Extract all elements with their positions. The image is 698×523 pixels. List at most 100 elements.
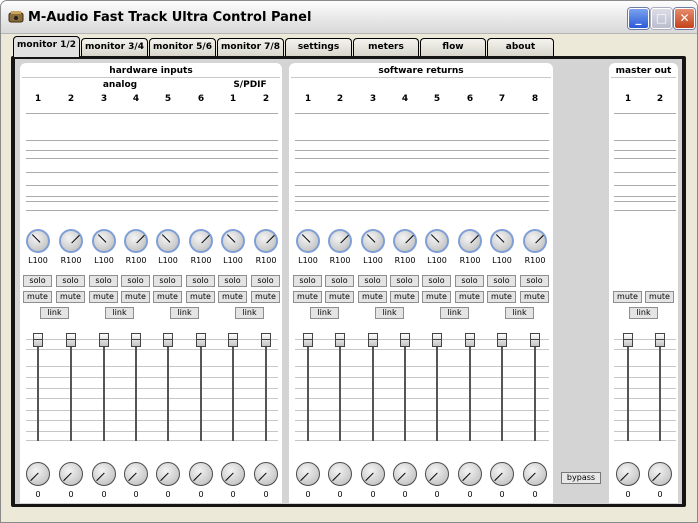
pan-knob[interactable] [254,229,278,253]
fader-handle[interactable] [432,333,442,347]
level-knob[interactable] [254,462,278,486]
level-knob[interactable] [156,462,180,486]
link-button[interactable]: link [629,307,658,319]
mute-button[interactable]: mute [153,291,182,303]
solo-button[interactable]: solo [56,275,85,287]
solo-button[interactable]: solo [520,275,549,287]
pan-knob[interactable] [361,229,385,253]
level-knob[interactable] [425,462,449,486]
mute-button[interactable]: mute [186,291,215,303]
title-bar[interactable]: M-Audio Fast Track Ultra Control Panel _… [1,1,697,34]
mute-button[interactable]: mute [218,291,247,303]
solo-button[interactable]: solo [89,275,118,287]
level-knob[interactable] [458,462,482,486]
bypass-button[interactable]: bypass [561,472,601,484]
fader-handle[interactable] [99,333,109,347]
tab-monitor-1-2[interactable]: monitor 1/2 [13,36,80,57]
maximize-button[interactable]: □ [651,8,672,29]
pan-knob[interactable] [523,229,547,253]
level-knob[interactable] [59,462,83,486]
tab-monitor-5-6[interactable]: monitor 5/6 [149,38,216,56]
level-knob[interactable] [648,462,672,486]
solo-button[interactable]: solo [121,275,150,287]
pan-knob[interactable] [189,229,213,253]
mute-button[interactable]: mute [520,291,549,303]
pan-knob[interactable] [221,229,245,253]
mute-button[interactable]: mute [455,291,484,303]
mute-button[interactable]: mute [390,291,419,303]
link-button[interactable]: link [105,307,134,319]
close-button[interactable]: ✕ [674,8,695,29]
mute-button[interactable]: mute [121,291,150,303]
pan-knob[interactable] [124,229,148,253]
solo-button[interactable]: solo [23,275,52,287]
pan-knob[interactable] [490,229,514,253]
level-knob[interactable] [92,462,116,486]
level-knob[interactable] [221,462,245,486]
tab-flow[interactable]: flow [420,38,486,56]
pan-knob[interactable] [156,229,180,253]
fader-handle[interactable] [368,333,378,347]
tab-meters[interactable]: meters [353,38,419,56]
pan-knob[interactable] [92,229,116,253]
solo-button[interactable]: solo [358,275,387,287]
mute-button[interactable]: mute [293,291,322,303]
fader-handle[interactable] [303,333,313,347]
solo-button[interactable]: solo [487,275,516,287]
mute-button[interactable]: mute [56,291,85,303]
mute-button[interactable]: mute [358,291,387,303]
solo-button[interactable]: solo [153,275,182,287]
level-knob[interactable] [124,462,148,486]
link-button[interactable]: link [310,307,339,319]
mute-button[interactable]: mute [422,291,451,303]
solo-button[interactable]: solo [186,275,215,287]
fader-handle[interactable] [465,333,475,347]
fader-handle[interactable] [530,333,540,347]
fader-handle[interactable] [196,333,206,347]
solo-button[interactable]: solo [455,275,484,287]
solo-button[interactable]: solo [390,275,419,287]
fader-handle[interactable] [261,333,271,347]
pan-knob[interactable] [425,229,449,253]
level-knob[interactable] [26,462,50,486]
mute-button[interactable]: mute [89,291,118,303]
pan-knob[interactable] [458,229,482,253]
pan-knob[interactable] [328,229,352,253]
fader-handle[interactable] [33,333,43,347]
link-button[interactable]: link [375,307,404,319]
level-knob[interactable] [189,462,213,486]
minimize-button[interactable]: _ [628,8,649,29]
level-knob[interactable] [616,462,640,486]
fader-handle[interactable] [163,333,173,347]
tab-monitor-7-8[interactable]: monitor 7/8 [217,38,284,56]
mute-button[interactable]: mute [325,291,354,303]
link-button[interactable]: link [505,307,534,319]
tab-monitor-3-4[interactable]: monitor 3/4 [81,38,148,56]
level-knob[interactable] [393,462,417,486]
fader-handle[interactable] [655,333,665,347]
pan-knob[interactable] [393,229,417,253]
fader-handle[interactable] [228,333,238,347]
pan-knob[interactable] [59,229,83,253]
link-button[interactable]: link [440,307,469,319]
level-knob[interactable] [490,462,514,486]
level-knob[interactable] [328,462,352,486]
level-knob[interactable] [296,462,320,486]
level-knob[interactable] [523,462,547,486]
link-button[interactable]: link [170,307,199,319]
solo-button[interactable]: solo [325,275,354,287]
mute-button[interactable]: mute [23,291,52,303]
fader-handle[interactable] [335,333,345,347]
fader-handle[interactable] [400,333,410,347]
fader-handle[interactable] [497,333,507,347]
mute-button[interactable]: mute [645,291,674,303]
mute-button[interactable]: mute [251,291,280,303]
link-button[interactable]: link [235,307,264,319]
solo-button[interactable]: solo [422,275,451,287]
fader-handle[interactable] [66,333,76,347]
fader-handle[interactable] [131,333,141,347]
mute-button[interactable]: mute [613,291,642,303]
mute-button[interactable]: mute [487,291,516,303]
fader-handle[interactable] [623,333,633,347]
solo-button[interactable]: solo [293,275,322,287]
